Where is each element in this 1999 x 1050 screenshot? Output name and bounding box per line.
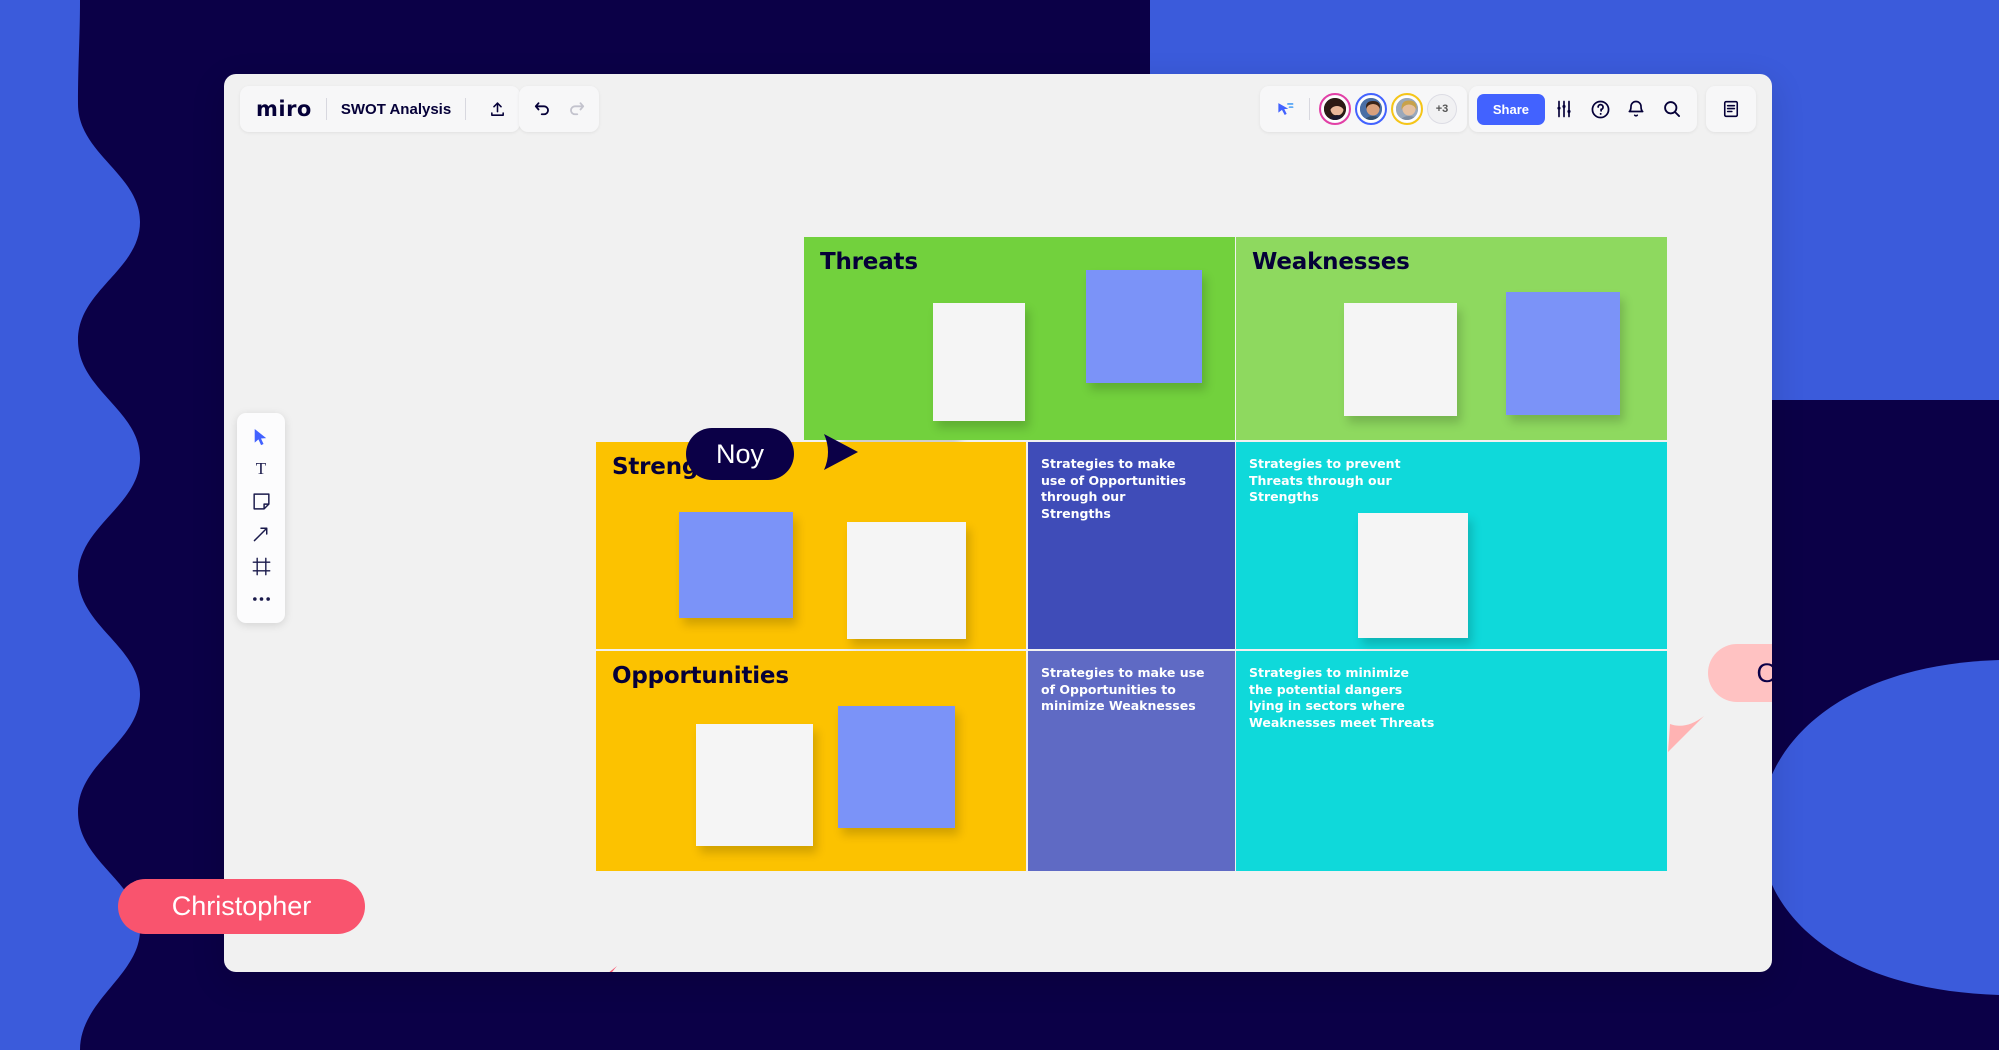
cursor-name: Christopher — [171, 891, 312, 921]
help-circle-icon[interactable] — [1583, 92, 1617, 126]
board-identity-group: miro SWOT Analysis — [240, 86, 521, 132]
strategy-text: Strategies to make use of Opportunities … — [1041, 665, 1205, 713]
miro-logo[interactable]: miro — [256, 97, 312, 121]
cursor-name: Oren — [1756, 657, 1772, 688]
right-panel-group — [1706, 86, 1756, 132]
cursor-pointer-oren — [1664, 712, 1706, 759]
sticky-note[interactable] — [1506, 292, 1620, 415]
cursor-name: Noy — [715, 438, 764, 469]
quadrant-threats[interactable]: Threats — [804, 237, 1235, 440]
avatar[interactable] — [1391, 93, 1423, 125]
cursor-pointer-noy — [822, 432, 862, 479]
quadrant-title: Threats — [820, 249, 918, 275]
sticky-note[interactable] — [696, 724, 813, 846]
strategy-cell-wo[interactable]: Strategies to make use of Opportunities … — [1028, 651, 1235, 871]
sticky-note[interactable] — [1358, 513, 1468, 638]
strategy-cell-wt[interactable]: Strategies to minimize the potential dan… — [1236, 651, 1667, 871]
quadrant-weaknesses[interactable]: Weaknesses — [1236, 237, 1667, 440]
quadrant-title: Weaknesses — [1252, 249, 1410, 275]
sticky-note[interactable] — [679, 512, 793, 618]
strategy-text: Strategies to minimize the potential dan… — [1249, 665, 1435, 730]
pen-arrow-tool[interactable] — [245, 519, 277, 549]
board-title[interactable]: SWOT Analysis — [341, 101, 451, 118]
select-tool[interactable] — [245, 422, 277, 452]
bell-icon[interactable] — [1619, 92, 1653, 126]
quadrant-opportunities[interactable]: Opportunities — [596, 651, 1026, 871]
more-tools[interactable] — [245, 584, 277, 614]
text-tool-label: T — [255, 459, 267, 479]
avatar[interactable] — [1355, 93, 1387, 125]
divider — [465, 98, 467, 120]
strategy-cell-so[interactable]: Strategies to make use of Opportunities … — [1028, 442, 1235, 649]
sticky-note[interactable] — [838, 706, 955, 828]
cursor-pointer-christopher — [579, 962, 621, 972]
text-tool[interactable]: T — [245, 454, 277, 484]
document-panel-icon[interactable] — [1714, 92, 1748, 126]
sticky-note-tool[interactable] — [245, 487, 277, 517]
actions-group: Share — [1468, 86, 1697, 132]
cursor-label-oren: Oren — [1708, 644, 1772, 702]
undo-icon[interactable] — [525, 92, 559, 126]
divider — [1309, 98, 1310, 120]
divider — [325, 98, 327, 120]
strategy-text: Strategies to prevent Threats through ou… — [1249, 456, 1401, 504]
board-canvas[interactable]: Threats Weaknesses Strengths Opportuniti… — [224, 144, 1772, 972]
presentation-cursor-icon[interactable] — [1268, 92, 1302, 126]
sticky-note[interactable] — [847, 522, 966, 639]
redo-icon[interactable] — [559, 92, 593, 126]
share-button[interactable]: Share — [1476, 93, 1545, 125]
quadrant-strengths[interactable]: Strengths — [596, 442, 1026, 649]
sticky-note[interactable] — [933, 303, 1025, 421]
sticky-note[interactable] — [1086, 270, 1202, 383]
left-tool-palette: T — [237, 413, 285, 623]
strategy-text: Strategies to make use of Opportunities … — [1041, 456, 1187, 521]
collaborators-group: +3 — [1260, 86, 1467, 132]
strategy-cell-st[interactable]: Strategies to prevent Threats through ou… — [1236, 442, 1667, 649]
cursor-label-christopher-overlay: Christopher — [118, 879, 365, 934]
cursor-label-noy: Noy — [686, 428, 794, 480]
avatar-overflow-count[interactable]: +3 — [1427, 94, 1457, 124]
frame-tool[interactable] — [245, 551, 277, 581]
miro-app-window: miro SWOT Analysis +3 Share Threats Weak… — [224, 74, 1772, 972]
sticky-note[interactable] — [1344, 303, 1457, 416]
top-toolbar: miro SWOT Analysis +3 Share — [224, 74, 1772, 144]
quadrant-title: Opportunities — [612, 663, 789, 689]
sliders-icon[interactable] — [1547, 92, 1581, 126]
screenshot-root: miro SWOT Analysis +3 Share Threats Weak… — [0, 0, 1999, 1050]
search-icon[interactable] — [1655, 92, 1689, 126]
upload-icon[interactable] — [480, 92, 514, 126]
history-group — [519, 86, 599, 132]
avatar[interactable] — [1319, 93, 1351, 125]
